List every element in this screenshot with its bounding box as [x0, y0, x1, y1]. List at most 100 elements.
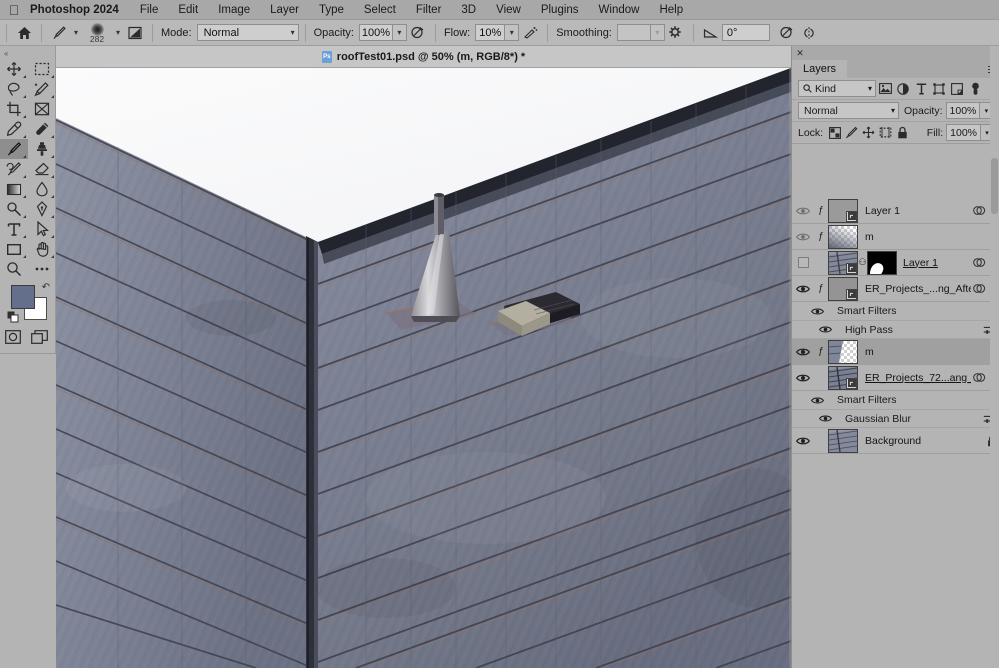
- layer-item[interactable]: ƒ Layer 1 ▾: [792, 198, 999, 224]
- brush-tip-preview[interactable]: 282: [82, 22, 112, 43]
- history-brush-tool[interactable]: [0, 159, 28, 179]
- scrollbar-thumb[interactable]: [991, 158, 998, 214]
- layer-thumbnail[interactable]: [828, 276, 858, 301]
- edit-toolbar-ellipsis-icon[interactable]: [28, 259, 56, 279]
- opacity-input[interactable]: 100%: [358, 24, 393, 41]
- layer-thumbnail[interactable]: [828, 224, 858, 249]
- brush-tip-chevron-icon[interactable]: ▾: [112, 28, 124, 37]
- swap-colors-icon[interactable]: ↶: [42, 283, 50, 293]
- blur-tool[interactable]: [28, 179, 56, 199]
- spot-healing-brush-tool[interactable]: [28, 119, 56, 139]
- path-selection-tool[interactable]: [28, 219, 56, 239]
- horizontal-type-tool[interactable]: [0, 219, 28, 239]
- airbrush-icon[interactable]: [519, 22, 541, 44]
- pressure-for-size-icon[interactable]: [776, 22, 798, 44]
- filter-kind-select[interactable]: Kind ▾: [798, 80, 876, 97]
- smart-filters-header[interactable]: Smart Filters: [792, 391, 999, 410]
- dodge-tool[interactable]: [0, 199, 28, 219]
- eyedropper-tool[interactable]: [0, 119, 28, 139]
- brush-tool[interactable]: [0, 139, 28, 159]
- filter-smart-object-icon[interactable]: [948, 80, 966, 97]
- layer-visibility-toggle[interactable]: [792, 436, 814, 446]
- lock-all-icon[interactable]: [894, 124, 911, 141]
- quick-mask-icon[interactable]: [5, 330, 21, 347]
- filter-shape-icon[interactable]: [930, 80, 948, 97]
- flow-input[interactable]: 10%: [475, 24, 506, 41]
- menu-select[interactable]: Select: [354, 4, 406, 16]
- layer-thumbnail[interactable]: [828, 428, 858, 453]
- menu-help[interactable]: Help: [649, 4, 693, 16]
- layer-style-icon[interactable]: [971, 283, 987, 294]
- brush-preset-chevron-icon[interactable]: ▾: [70, 28, 82, 37]
- collapse-grip-icon[interactable]: «: [0, 48, 55, 59]
- layer-visibility-toggle[interactable]: [792, 284, 814, 294]
- smart-filters-header[interactable]: Smart Filters: [792, 302, 999, 321]
- layer-list-scrollbar[interactable]: [990, 46, 999, 668]
- layer-visibility-toggle[interactable]: [792, 206, 814, 216]
- object-selection-tool[interactable]: [28, 79, 56, 99]
- layer-item-selected[interactable]: ƒ m: [792, 339, 999, 365]
- menu-type[interactable]: Type: [309, 4, 354, 16]
- tab-layers[interactable]: Layers: [792, 60, 848, 78]
- layer-style-icon[interactable]: [971, 372, 987, 383]
- lock-transparent-pixels-icon[interactable]: [826, 124, 843, 141]
- menu-filter[interactable]: Filter: [406, 4, 452, 16]
- layer-item[interactable]: ƒ ER_Projects_...ng_After_1-1 ▴: [792, 276, 999, 302]
- lock-position-icon[interactable]: [860, 124, 877, 141]
- brush-settings-panel-icon[interactable]: [124, 22, 146, 44]
- brush-preset-icon[interactable]: [48, 22, 70, 44]
- layer-visibility-toggle[interactable]: [792, 257, 814, 268]
- layer-visibility-toggle[interactable]: [792, 373, 814, 383]
- layer-style-icon[interactable]: [971, 257, 987, 268]
- menu-window[interactable]: Window: [589, 4, 650, 16]
- filter-adjustment-icon[interactable]: [894, 80, 912, 97]
- lock-image-pixels-icon[interactable]: [843, 124, 860, 141]
- menu-image[interactable]: Image: [208, 4, 260, 16]
- opacity-stepper[interactable]: ▾: [392, 24, 407, 41]
- smart-filters-visibility-toggle[interactable]: [792, 396, 830, 405]
- layer-item[interactable]: ⚇ Layer 1 ▾: [792, 250, 999, 276]
- mask-link-icon[interactable]: ⚇: [858, 257, 867, 268]
- lasso-tool[interactable]: [0, 79, 28, 99]
- menu-view[interactable]: View: [486, 4, 531, 16]
- menu-layer[interactable]: Layer: [260, 4, 309, 16]
- image-canvas[interactable]: [56, 68, 791, 668]
- layer-thumbnail[interactable]: [828, 250, 858, 275]
- apple-logo-icon[interactable]: : [0, 3, 28, 17]
- layer-style-icon[interactable]: [971, 205, 987, 216]
- gradient-tool[interactable]: [0, 179, 28, 199]
- filter-type-icon[interactable]: [912, 80, 930, 97]
- close-icon[interactable]: ✕: [792, 48, 808, 58]
- pen-tool[interactable]: [28, 199, 56, 219]
- frame-tool[interactable]: [28, 99, 56, 119]
- smart-filters-visibility-toggle[interactable]: [792, 307, 830, 316]
- pressure-for-opacity-icon[interactable]: [407, 22, 429, 44]
- smart-filter-item[interactable]: High Pass: [792, 321, 999, 339]
- default-colors-icon[interactable]: [7, 311, 19, 326]
- zoom-tool[interactable]: [0, 259, 28, 279]
- filter-pixel-icon[interactable]: [876, 80, 894, 97]
- rectangle-tool[interactable]: [0, 239, 28, 259]
- angle-input[interactable]: 0°: [721, 24, 770, 41]
- layer-blend-mode-select[interactable]: Normal ▾: [798, 102, 899, 119]
- layer-thumbnail[interactable]: [828, 365, 858, 390]
- layer-thumbnail[interactable]: [828, 198, 858, 223]
- move-tool[interactable]: [0, 59, 28, 79]
- menu-plugins[interactable]: Plugins: [531, 4, 589, 16]
- menu-edit[interactable]: Edit: [168, 4, 208, 16]
- home-icon[interactable]: [13, 22, 35, 44]
- clone-stamp-tool[interactable]: [28, 139, 56, 159]
- lock-artboard-nesting-icon[interactable]: [877, 124, 894, 141]
- symmetry-icon[interactable]: [798, 22, 820, 44]
- layer-opacity-input[interactable]: 100%: [945, 102, 981, 119]
- filter-toggle-icon[interactable]: [966, 80, 984, 97]
- menu-app-name[interactable]: Photoshop 2024: [28, 4, 130, 16]
- layer-fill-input[interactable]: 100%: [946, 124, 981, 141]
- layer-item[interactable]: ƒ m: [792, 224, 999, 250]
- hand-tool[interactable]: [28, 239, 56, 259]
- layer-item[interactable]: ER_Projects_72...ang_After_1-1 ▴: [792, 365, 999, 391]
- menu-3d[interactable]: 3D: [451, 4, 486, 16]
- smoothing-input[interactable]: [616, 24, 651, 41]
- layer-visibility-toggle[interactable]: [792, 232, 814, 242]
- layer-mask-thumbnail[interactable]: [867, 250, 897, 275]
